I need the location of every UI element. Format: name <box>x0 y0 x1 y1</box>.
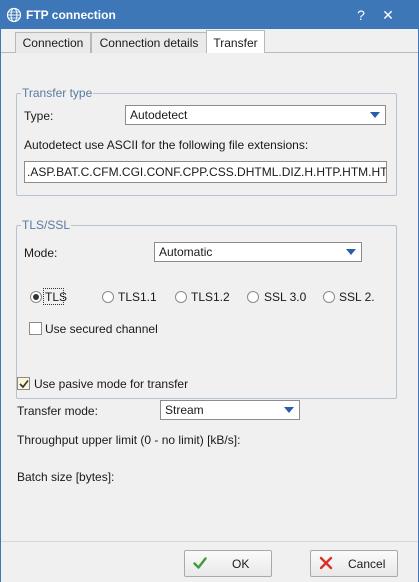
radio-tls11-label[interactable]: TLS1.1 <box>118 290 157 304</box>
extensions-value: .ASP.BAT.C.CFM.CGI.CONF.CPP.CSS.DHTML.DI… <box>27 165 387 179</box>
ok-label: OK <box>232 557 250 571</box>
secured-channel-label[interactable]: Use secured channel <box>45 322 158 336</box>
radio-tls-label[interactable]: TLS <box>45 290 67 304</box>
radio-ssl20-label[interactable]: SSL 2.0 <box>339 290 375 304</box>
passive-mode-label[interactable]: Use pasive mode for transfer <box>34 377 188 391</box>
cancel-label: Cancel <box>348 557 386 571</box>
extensions-input[interactable]: .ASP.BAT.C.CFM.CGI.CONF.CPP.CSS.DHTML.DI… <box>24 161 387 183</box>
ascii-extensions-label: Autodetect use ASCII for the following f… <box>24 138 309 152</box>
close-button[interactable]: ✕ <box>378 5 398 25</box>
title-bar: FTP connection ? ✕ <box>1 1 418 29</box>
transfer-mode-label: Transfer mode: <box>17 404 98 418</box>
transfer-type-legend: Transfer type <box>21 86 94 100</box>
checkmark-icon <box>193 557 207 569</box>
tls-mode-select[interactable]: Automatic <box>154 242 362 262</box>
radio-tls[interactable] <box>30 291 42 303</box>
radio-tls11[interactable] <box>102 291 114 303</box>
help-button[interactable]: ? <box>351 5 371 25</box>
secured-channel-checkbox[interactable] <box>29 322 42 335</box>
transfer-mode-value: Stream <box>165 403 204 417</box>
tab-label: Transfer <box>213 36 258 50</box>
tab-connection[interactable]: Connection <box>15 32 91 53</box>
cancel-button[interactable]: Cancel <box>310 550 398 577</box>
dialog-footer: OK Cancel <box>1 541 418 582</box>
tab-label: Connection <box>22 36 84 50</box>
batch-size-label: Batch size [bytes]: <box>17 470 115 484</box>
checkmark-icon <box>19 380 29 389</box>
ok-button[interactable]: OK <box>184 550 272 577</box>
tab-connection-details[interactable]: Connection details <box>91 32 207 53</box>
chevron-down-icon <box>346 249 356 255</box>
dialog-title: FTP connection <box>26 8 116 22</box>
ftp-connection-dialog: FTP connection ? ✕ Connection Connection… <box>0 0 419 582</box>
chevron-down-icon <box>370 112 380 118</box>
radio-ssl30[interactable] <box>247 291 259 303</box>
tab-strip: Connection Connection details Transfer <box>1 29 418 54</box>
transfer-type-value: Autodetect <box>130 108 188 122</box>
radio-tls12[interactable] <box>175 291 187 303</box>
radio-ssl20[interactable] <box>323 291 335 303</box>
transfer-type-select[interactable]: Autodetect <box>125 105 386 125</box>
tab-label: Connection details <box>99 36 199 50</box>
type-label: Type: <box>24 109 54 123</box>
throughput-label: Throughput upper limit (0 - no limit) [k… <box>17 433 241 447</box>
tls-ssl-legend: TLS/SSL <box>21 218 72 232</box>
transfer-tab-panel: Transfer type Type: Autodetect Autodetec… <box>1 53 418 541</box>
cross-icon <box>319 556 333 570</box>
globe-icon <box>6 7 22 23</box>
transfer-mode-select[interactable]: Stream <box>160 400 300 420</box>
tab-transfer[interactable]: Transfer <box>206 30 265 54</box>
tls-mode-label: Mode: <box>24 246 58 260</box>
passive-mode-checkbox[interactable] <box>17 377 30 390</box>
chevron-down-icon <box>284 407 294 413</box>
tls-mode-value: Automatic <box>159 245 213 259</box>
radio-ssl30-label[interactable]: SSL 3.0 <box>264 290 306 304</box>
radio-ssl20-label-clip: SSL 2.0 <box>339 290 375 304</box>
radio-tls12-label[interactable]: TLS1.2 <box>191 290 230 304</box>
